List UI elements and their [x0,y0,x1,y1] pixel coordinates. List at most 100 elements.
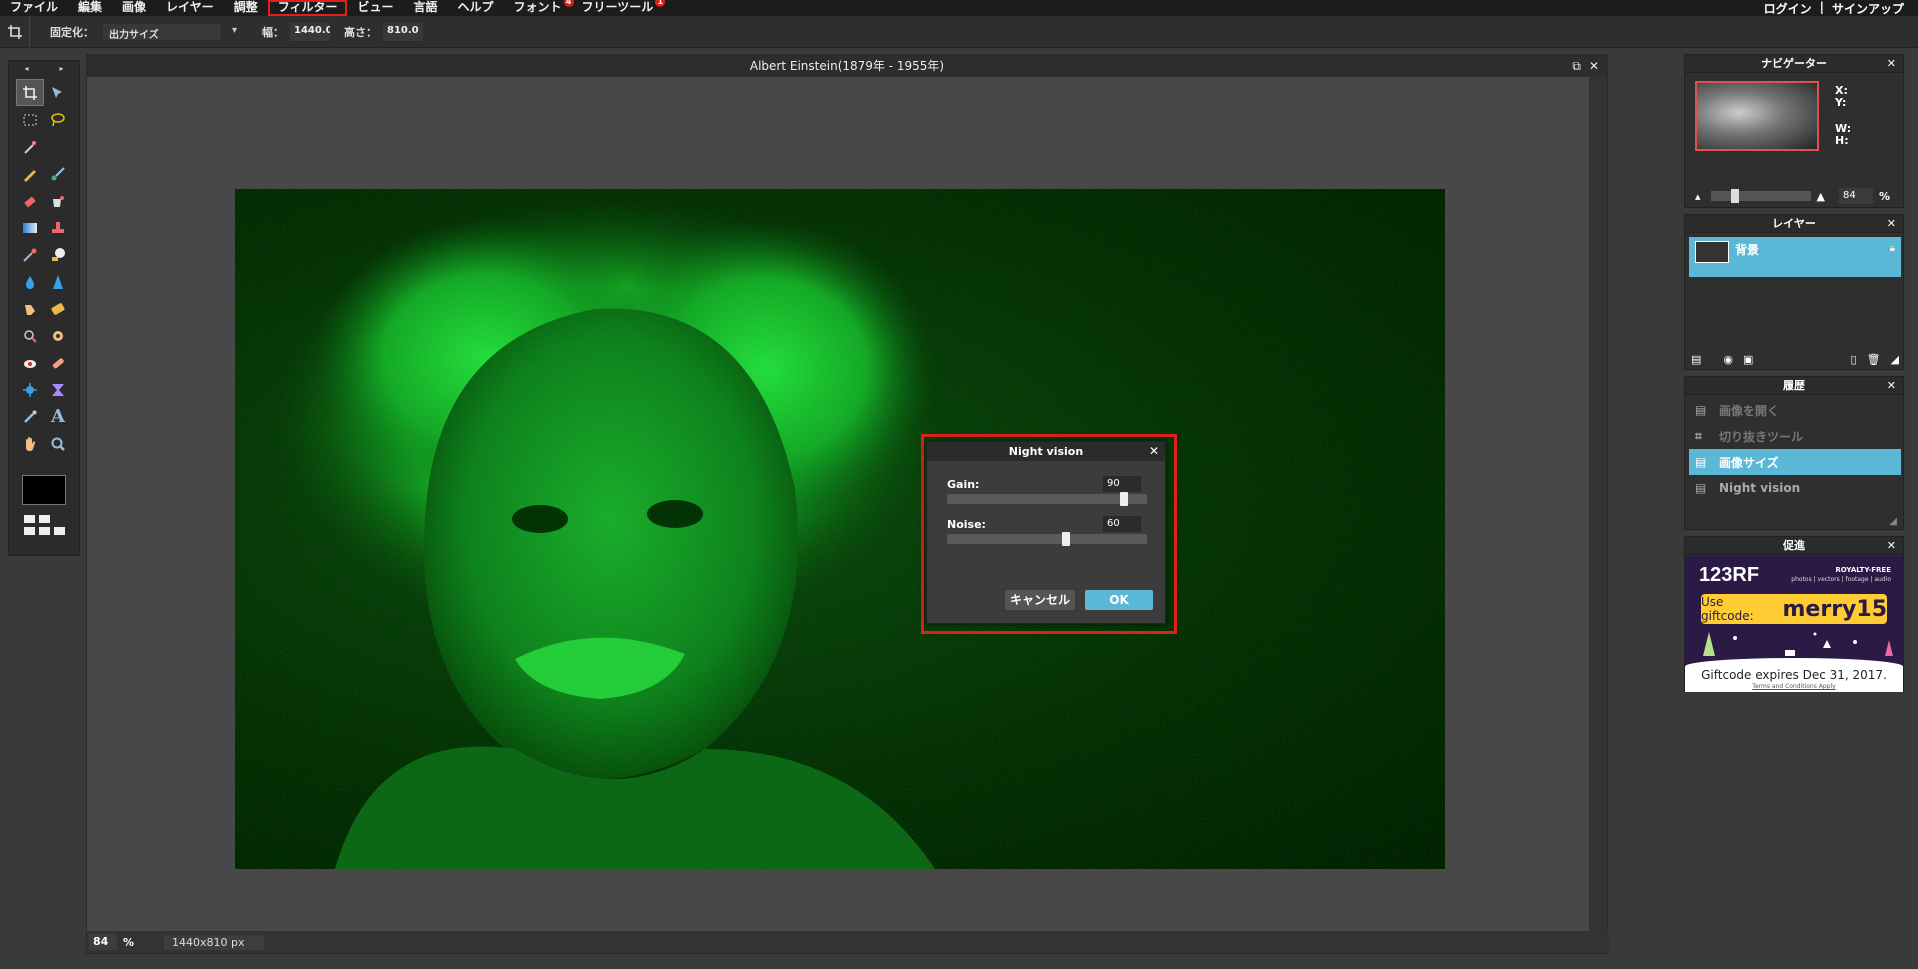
delete-layer-icon[interactable]: 🗑︎ [1867,353,1881,366]
drawing-icon[interactable] [44,241,72,268]
menu-layer[interactable]: レイヤー [156,0,224,16]
fixed-select[interactable]: 出力サイズ [102,22,237,41]
noise-row: Noise: 60 [947,516,1147,546]
gradient-icon[interactable] [16,214,44,241]
layers-close-icon[interactable]: ✕ [1887,215,1896,233]
menu-font[interactable]: フォント 4 [504,0,574,16]
cancel-button[interactable]: キャンセル [1005,590,1075,610]
history-resize-icon[interactable]: ◢ [1889,516,1897,527]
history-item-crop[interactable]: ⌗ 切り抜きツール [1689,423,1901,449]
zoom-icon[interactable] [44,430,72,457]
blur-icon[interactable] [16,268,44,295]
layers-titlebar[interactable]: レイヤー ✕ [1685,215,1903,233]
crop-icon[interactable] [16,79,44,106]
move-icon[interactable] [44,79,72,106]
arrow-right-icon[interactable]: ▸ [59,64,63,73]
add-mask-icon[interactable]: ▣ [1743,353,1753,366]
promo-terms-link[interactable]: Terms and Conditions Apply [1685,683,1903,690]
menu-font-label: フォント [513,0,562,14]
promo-close-icon[interactable]: ✕ [1887,537,1896,555]
zoom-in-icon[interactable]: ▲ [1817,190,1825,203]
tool-panel-arrows: ◂ ▸ [9,61,79,75]
bucket-icon[interactable] [44,187,72,214]
maximize-icon[interactable]: ⧉ [1572,55,1581,77]
dodge-icon[interactable] [16,322,44,349]
gain-slider-handle[interactable] [1119,492,1128,506]
sharpen-icon[interactable] [44,268,72,295]
burn-icon[interactable] [44,322,72,349]
smudge-icon[interactable] [16,295,44,322]
arrow-left-icon[interactable]: ◂ [24,64,28,73]
color-replace-icon[interactable] [16,241,44,268]
signup-link[interactable]: サインアップ [1832,0,1904,17]
stamp-icon[interactable] [44,214,72,241]
lock-icon: 🔒︎ [1889,243,1895,254]
sponge-icon[interactable] [44,295,72,322]
menu-language[interactable]: 言語 [403,0,447,16]
history-panel: 履歴 ✕ ▤ 画像を開く ⌗ 切り抜きツール ▤ 画像サイズ ▤ Night vision… [1684,376,1904,530]
vertical-scrollbar[interactable] [1589,77,1607,933]
navigator-thumbnail[interactable] [1695,81,1819,151]
promo-ad[interactable]: 123RF ROYALTY-FREE photos | vectors | fo… [1685,556,1903,692]
menu-image[interactable]: 画像 [112,0,156,16]
canvas-image[interactable] [235,189,1445,869]
navigator-zoom-input[interactable]: 84 [1839,188,1873,204]
navigator-titlebar[interactable]: ナビゲーター ✕ [1685,55,1903,73]
color-swatch[interactable] [22,475,66,505]
document-titlebar[interactable]: Albert Einstein(1879年 - 1955年) ⧉ ✕ [87,55,1607,77]
canvas-area[interactable]: Night vision ✕ Gain: 90 Noise: 60 キャンセル … [87,77,1591,933]
dialog-close-icon[interactable]: ✕ [1149,442,1159,461]
login-link[interactable]: ログイン [1764,0,1812,17]
history-item-label: 画像を開く [1719,403,1780,418]
bloat-icon[interactable] [16,376,44,403]
history-close-icon[interactable]: ✕ [1887,377,1896,395]
promo-titlebar[interactable]: 促進 ✕ [1685,537,1903,555]
noise-input[interactable]: 60 [1103,516,1141,532]
menu-edit[interactable]: 編集 [68,0,112,16]
pinch-icon[interactable] [44,376,72,403]
noise-slider[interactable] [947,532,1147,546]
navigator-zoom-slider[interactable] [1710,189,1811,203]
marquee-icon[interactable] [16,106,44,133]
lasso-icon[interactable] [44,106,72,133]
panel-resize-icon[interactable]: ◢ [1891,353,1899,366]
navigator-close-icon[interactable]: ✕ [1887,55,1896,73]
history-item-resize[interactable]: ▤ 画像サイズ [1689,449,1901,475]
history-item-open[interactable]: ▤ 画像を開く [1689,397,1901,423]
gain-input[interactable]: 90 [1103,476,1141,492]
height-label: 高さ： [344,25,377,39]
menu-help[interactable]: ヘルプ [448,0,504,16]
hand-icon[interactable] [16,430,44,457]
layer-item[interactable]: 背景 🔒︎ [1689,237,1901,277]
width-input[interactable]: 1440.0 [290,22,330,41]
menu-view[interactable]: ビュー [347,0,403,16]
height-input[interactable]: 810.0 [383,22,423,41]
menu-filter[interactable]: フィルター [267,0,348,16]
red-eye-icon[interactable] [16,349,44,376]
view-grid-icon[interactable] [22,515,66,535]
menu-file[interactable]: ファイル [0,0,68,16]
ok-button[interactable]: OK [1085,590,1153,610]
gain-slider[interactable] [947,492,1147,506]
new-layer-icon[interactable]: ▯ [1851,353,1857,366]
layer-style-icon[interactable]: ▤ [1691,353,1701,366]
history-titlebar[interactable]: 履歴 ✕ [1685,377,1903,395]
eyedropper-icon[interactable] [16,403,44,430]
dialog-titlebar[interactable]: Night vision ✕ [927,442,1165,461]
history-item-night-vision[interactable]: ▤ Night vision [1689,475,1901,501]
eraser-icon[interactable] [16,187,44,214]
zoom-input[interactable]: 84 [89,934,117,950]
options-bar: 固定化： 出力サイズ 幅： 1440.0 高さ： 810.0 [0,15,1918,48]
noise-slider-handle[interactable] [1062,532,1071,546]
navigator-zoom-handle[interactable] [1730,189,1739,203]
document-close-icon[interactable]: ✕ [1589,55,1599,77]
pencil-icon[interactable] [16,160,44,187]
menu-freetool[interactable]: フリーツール 1 [572,0,666,16]
text-icon[interactable]: A [44,403,72,430]
brush-icon[interactable] [44,160,72,187]
zoom-out-icon[interactable]: ▴ [1695,190,1701,203]
menu-adjust[interactable]: 調整 [224,0,268,16]
layer-mask-icon[interactable]: ◉ [1723,353,1733,366]
heal-icon[interactable] [44,349,72,376]
magic-wand-icon[interactable] [16,133,44,160]
